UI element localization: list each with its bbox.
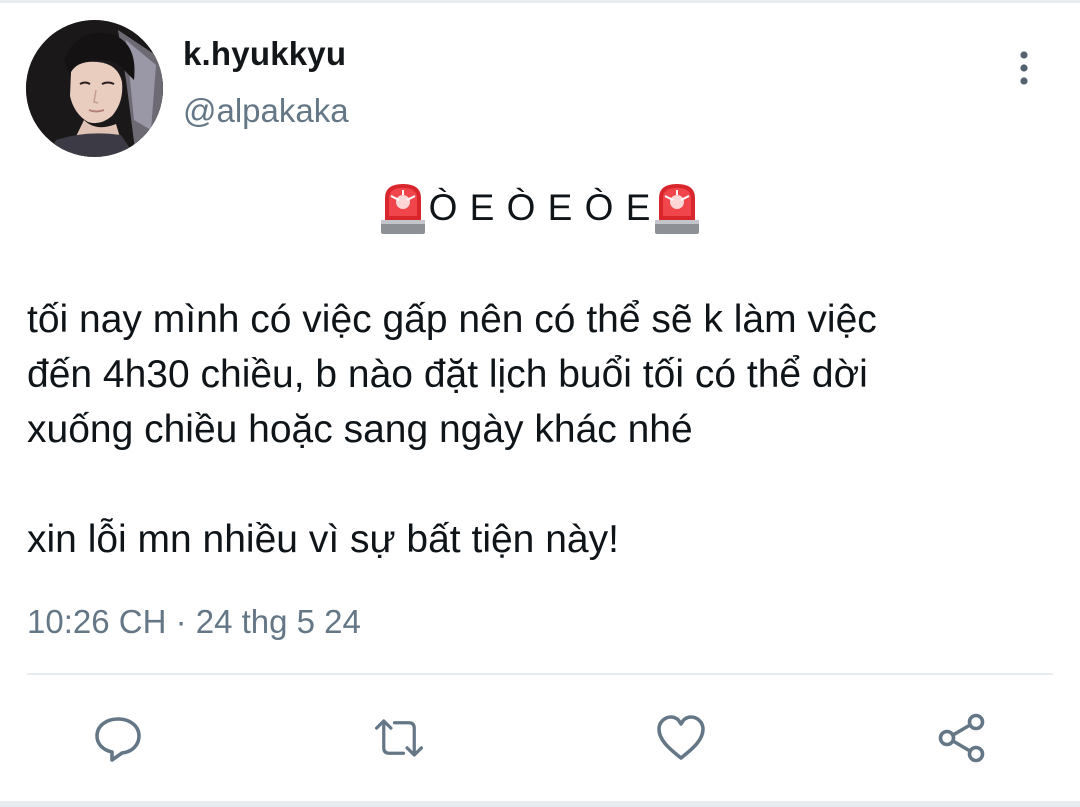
- divider: [27, 673, 1053, 675]
- tweet-timestamp[interactable]: 10:26 CH · 24 thg 5 24: [27, 600, 361, 644]
- top-border: [0, 0, 1080, 3]
- avatar[interactable]: [26, 20, 163, 157]
- tweet-line: xin lỗi mn nhiều vì sự bất tiện này!: [27, 518, 619, 561]
- tweet-text: tối nay mình có việc gấp nên có thể sẽ k…: [27, 292, 1057, 567]
- more-vertical-icon: [1020, 51, 1028, 85]
- display-name[interactable]: k.hyukkyu: [183, 34, 346, 74]
- retweet-icon: [374, 719, 424, 757]
- reply-icon: [95, 717, 141, 762]
- tweet-line: đến 4h30 chiều, b nào đặt lịch buổi tối …: [27, 353, 868, 396]
- share-icon: [938, 713, 985, 763]
- more-options-button[interactable]: [1004, 44, 1044, 92]
- alert-text: Ò E Ò E Ò E: [428, 187, 652, 228]
- tweet-line: tối nay mình có việc gấp nên có thể sẽ k…: [27, 298, 877, 341]
- share-button[interactable]: [936, 712, 988, 764]
- bottom-border: [0, 801, 1080, 807]
- avatar-image: [26, 20, 163, 157]
- user-handle[interactable]: @alpakaka: [183, 91, 349, 131]
- police-light-icon: [380, 184, 425, 234]
- police-light-icon: [655, 184, 700, 234]
- like-icon: [657, 715, 705, 760]
- alert-line: Ò E Ò E Ò E: [0, 178, 1080, 238]
- like-button[interactable]: [655, 712, 707, 764]
- reply-button[interactable]: [92, 712, 144, 764]
- tweet-line: xuống chiều hoặc sang ngày khác nhé: [27, 408, 693, 451]
- retweet-button[interactable]: [373, 712, 425, 764]
